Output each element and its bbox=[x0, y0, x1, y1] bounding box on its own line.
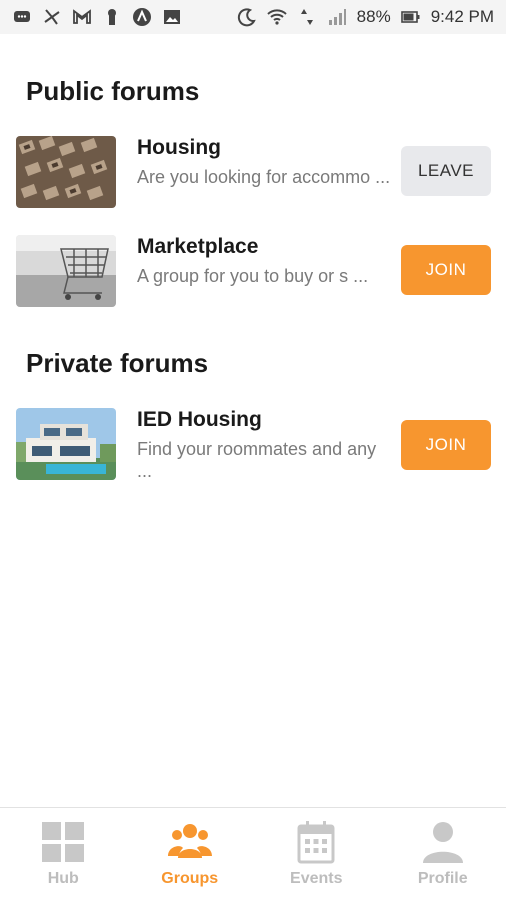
forum-description: Are you looking for accommo ... bbox=[137, 167, 391, 187]
ied-housing-thumbnail bbox=[16, 408, 116, 480]
forum-name: Marketplace bbox=[137, 235, 259, 258]
grid-icon bbox=[40, 820, 86, 864]
user-icon bbox=[420, 820, 466, 864]
data-transfer-icon bbox=[297, 7, 317, 27]
nav-label-hub: Hub bbox=[47, 870, 79, 887]
battery-percentage: 88% bbox=[356, 7, 391, 26]
image-icon bbox=[162, 7, 182, 27]
private-forums-heading: Private forums bbox=[26, 348, 209, 378]
status-bar: 88% 9:42 PM bbox=[0, 0, 506, 34]
forum-row-housing[interactable]: Housing Are you looking for accommo ... … bbox=[0, 136, 506, 216]
clock: 9:42 PM bbox=[430, 7, 494, 26]
forum-name: IED Housing bbox=[137, 408, 262, 431]
pinwheel-icon bbox=[42, 7, 62, 27]
moon-icon bbox=[237, 7, 257, 27]
forum-row-ied-housing[interactable]: IED Housing Find your roommates and any … bbox=[0, 408, 506, 488]
nav-label-events: Events bbox=[290, 870, 343, 887]
keyhole-icon bbox=[102, 7, 122, 27]
forum-row-marketplace[interactable]: Marketplace A group for you to buy or s … bbox=[0, 235, 506, 315]
app-a-icon bbox=[132, 7, 152, 27]
gmail-icon bbox=[72, 7, 92, 27]
public-forums-heading: Public forums bbox=[26, 76, 200, 106]
nav-profile[interactable]: Profile bbox=[388, 820, 498, 888]
forum-name: Housing bbox=[137, 136, 221, 159]
nav-groups[interactable]: Groups bbox=[135, 820, 245, 888]
forum-description: Find your roommates and any ... bbox=[137, 439, 377, 481]
marketplace-thumbnail bbox=[16, 235, 116, 307]
nav-label-groups: Groups bbox=[161, 870, 219, 887]
bottom-navigation: Hub Groups Events Profile bbox=[0, 807, 506, 900]
wifi-icon bbox=[266, 7, 287, 27]
signal-icon bbox=[327, 7, 347, 27]
housing-thumbnail bbox=[16, 136, 116, 208]
nav-events[interactable]: Events bbox=[261, 820, 371, 888]
nav-label-profile: Profile bbox=[417, 870, 468, 887]
forum-description: A group for you to buy or s ... bbox=[137, 266, 369, 286]
group-icon bbox=[167, 820, 213, 864]
battery-icon bbox=[400, 7, 421, 27]
nav-hub[interactable]: Hub bbox=[8, 820, 118, 888]
join-button[interactable]: JOIN bbox=[401, 420, 491, 470]
join-button[interactable]: JOIN bbox=[401, 245, 491, 295]
message-icon bbox=[12, 7, 32, 27]
leave-button[interactable]: LEAVE bbox=[401, 146, 491, 196]
calendar-icon bbox=[293, 820, 339, 864]
